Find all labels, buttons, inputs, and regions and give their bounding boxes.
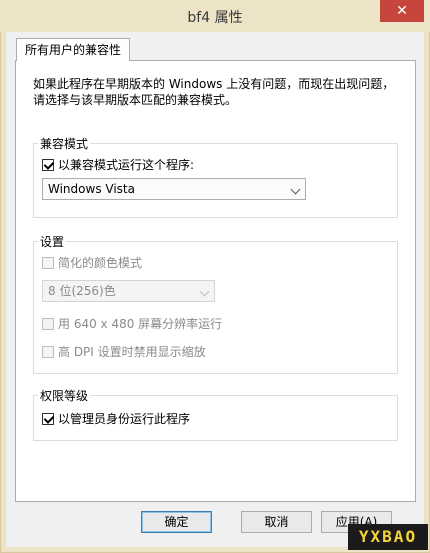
high-dpi-label: 高 DPI 设置时禁用显示缩放 xyxy=(58,345,206,359)
compat-mode-group: 兼容模式 以兼容模式运行这个程序: Windows Vista xyxy=(33,135,398,218)
compat-mode-checkbox[interactable] xyxy=(42,158,54,171)
intro-line-2: 请选择与该早期版本匹配的兼容模式。 xyxy=(33,93,238,107)
ok-button[interactable]: 确定 xyxy=(141,511,212,533)
cancel-button[interactable]: 取消 xyxy=(241,511,312,533)
window-title: bf4 属性 xyxy=(187,10,243,26)
res-640-row[interactable]: 用 640 x 480 屏幕分辨率运行 xyxy=(42,315,222,332)
close-icon: ✕ xyxy=(396,3,408,19)
run-as-admin-row[interactable]: 以管理员身份运行此程序 xyxy=(42,410,190,427)
compat-os-select-value: Windows Vista xyxy=(48,182,135,196)
settings-group-label: 设置 xyxy=(38,233,67,250)
reduced-color-checkbox[interactable] xyxy=(42,256,54,269)
privilege-group: 权限等级 以管理员身份运行此程序 xyxy=(33,387,398,441)
res-640-checkbox[interactable] xyxy=(42,317,54,330)
color-depth-select-value: 8 位(256)色 xyxy=(48,284,116,298)
watermark-logo: YXBAO xyxy=(348,524,428,550)
reduced-color-label: 简化的颜色模式 xyxy=(58,256,143,270)
compat-mode-checkbox-row[interactable]: 以兼容模式运行这个程序: xyxy=(42,156,194,173)
intro-text: 如果此程序在早期版本的 Windows 上没有问题，而现在出现问题， 请选择与该… xyxy=(33,76,403,108)
compat-os-select[interactable]: Windows Vista xyxy=(42,178,306,200)
reduced-color-row[interactable]: 简化的颜色模式 xyxy=(42,254,142,271)
color-depth-select[interactable]: 8 位(256)色 xyxy=(42,280,215,302)
compat-mode-checkbox-label: 以兼容模式运行这个程序: xyxy=(58,158,195,172)
run-as-admin-checkbox[interactable] xyxy=(42,412,54,425)
dialog-client: 所有用户的兼容性 如果此程序在早期版本的 Windows 上没有问题，而现在出现… xyxy=(6,32,424,547)
res-640-label: 用 640 x 480 屏幕分辨率运行 xyxy=(58,317,223,331)
high-dpi-row[interactable]: 高 DPI 设置时禁用显示缩放 xyxy=(42,343,206,360)
close-button[interactable]: ✕ xyxy=(380,0,424,22)
run-as-admin-label: 以管理员身份运行此程序 xyxy=(58,412,191,426)
title-bar: bf4 属性 ✕ xyxy=(0,0,430,32)
tab-all-users-compat[interactable]: 所有用户的兼容性 xyxy=(16,38,131,61)
chevron-down-icon xyxy=(199,286,210,297)
intro-line-1: 如果此程序在早期版本的 Windows 上没有问题，而现在出现问题， xyxy=(33,77,395,91)
high-dpi-checkbox[interactable] xyxy=(42,345,54,358)
compat-mode-group-label: 兼容模式 xyxy=(38,135,91,152)
tab-panel: 如果此程序在早期版本的 Windows 上没有问题，而现在出现问题， 请选择与该… xyxy=(15,60,416,502)
chevron-down-icon xyxy=(290,184,301,195)
settings-group: 设置 简化的颜色模式 8 位(256)色 用 640 x 480 屏幕分辨率运行… xyxy=(33,233,398,374)
privilege-group-label: 权限等级 xyxy=(38,387,91,404)
